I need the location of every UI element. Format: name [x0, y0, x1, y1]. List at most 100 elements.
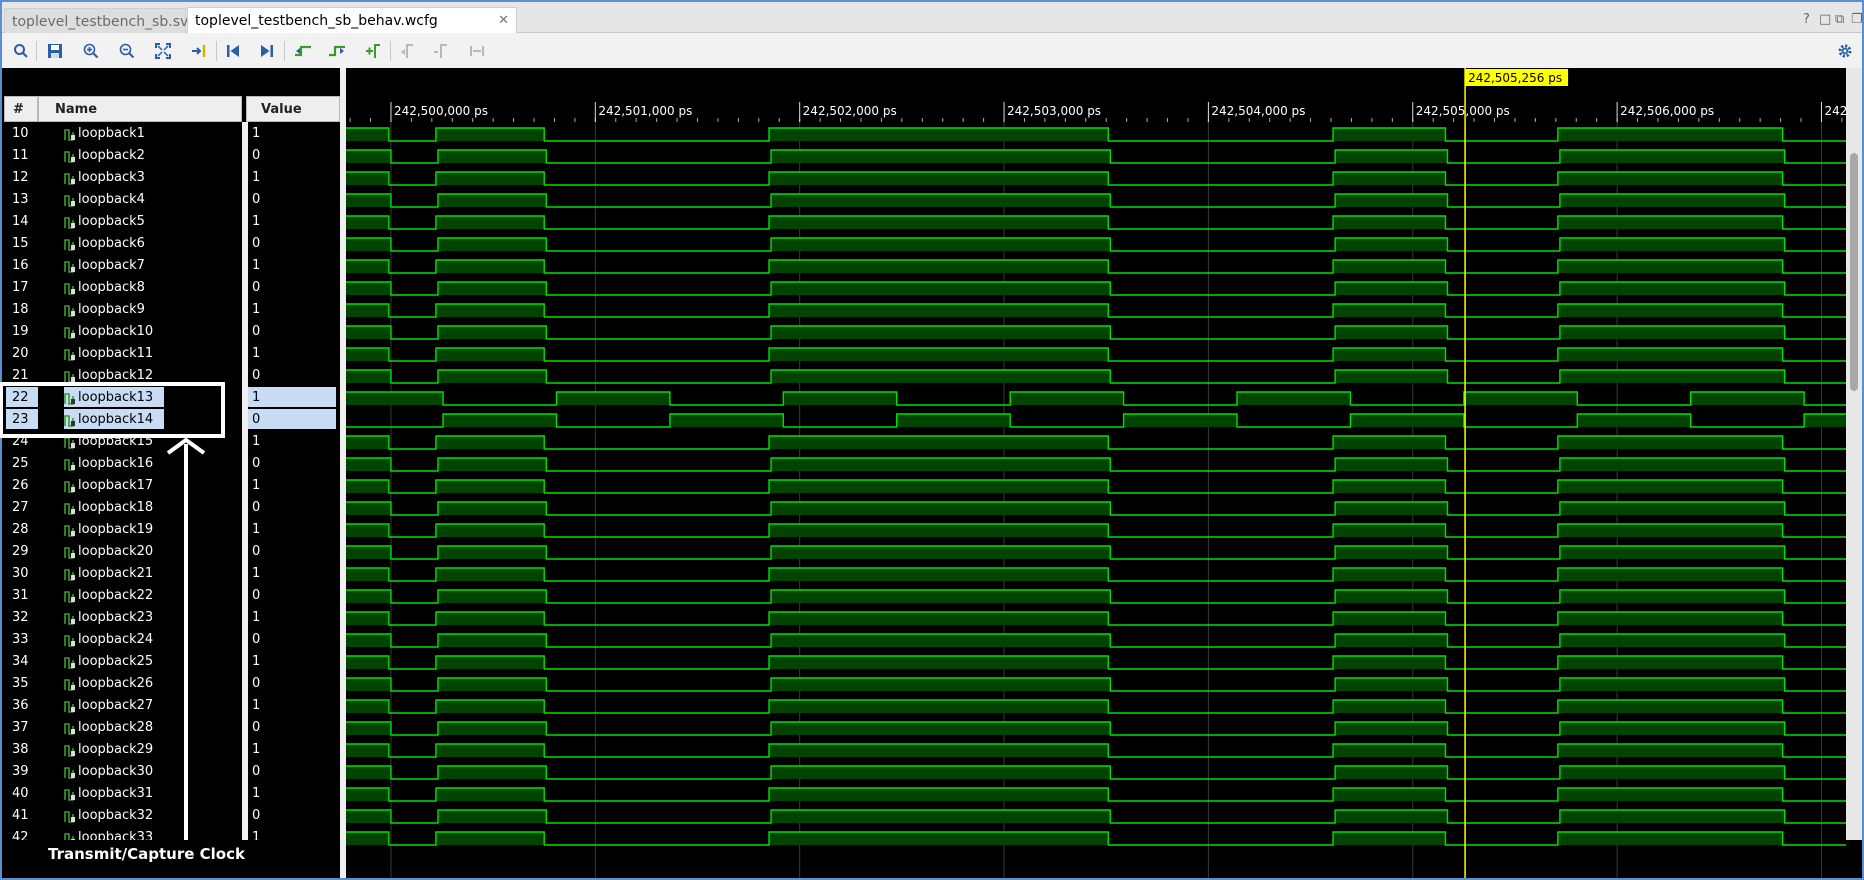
signal-row[interactable]: 21 loopback12 0 — [4, 365, 340, 387]
go-to-end-icon[interactable] — [258, 42, 276, 60]
signal-row[interactable]: 23 loopback14 0 — [4, 409, 340, 431]
add-marker-icon[interactable] — [364, 42, 382, 60]
waveform-high-fill — [1333, 436, 1446, 449]
logic-signal-icon — [64, 217, 75, 229]
waveform-high-fill — [1557, 700, 1783, 713]
signal-row[interactable]: 29 loopback20 0 — [4, 541, 340, 563]
signal-row[interactable]: 12 loopback3 1 — [4, 167, 340, 189]
settings-gear-icon[interactable] — [1836, 42, 1854, 60]
signal-row[interactable]: 10 loopback1 1 — [4, 123, 340, 145]
signal-row[interactable]: 22 loopback13 1 — [4, 387, 340, 409]
waveform-high-fill — [771, 766, 1111, 779]
minimize-icon[interactable]: □ — [1819, 12, 1831, 27]
signal-row[interactable]: 17 loopback8 0 — [4, 277, 340, 299]
signal-row[interactable]: 37 loopback28 0 — [4, 717, 340, 739]
restore-icon[interactable]: ⧉ — [1835, 12, 1844, 27]
signal-row[interactable]: 26 loopback17 1 — [4, 475, 340, 497]
waveform-canvas[interactable]: 242,500,000 ps 242,501,000 ps 242,502,000 … — [346, 68, 1846, 878]
signal-row[interactable]: 32 loopback23 1 — [4, 607, 340, 629]
signal-index: 36 — [12, 698, 29, 713]
previous-marker-icon[interactable] — [398, 42, 416, 60]
waveform-high-fill — [1335, 678, 1448, 691]
signal-row[interactable]: 25 loopback16 0 — [4, 453, 340, 475]
signal-row[interactable]: 35 loopback26 0 — [4, 673, 340, 695]
signal-value: 0 — [252, 236, 261, 251]
tab-label: toplevel_testbench_sb.sv — [12, 14, 189, 30]
signal-row[interactable]: 33 loopback24 0 — [4, 629, 340, 651]
waveform-high-fill — [346, 238, 391, 251]
save-icon[interactable] — [46, 42, 64, 60]
signal-row[interactable]: 36 loopback27 1 — [4, 695, 340, 717]
signal-row[interactable]: 31 loopback22 0 — [4, 585, 340, 607]
signal-row[interactable]: 28 loopback19 1 — [4, 519, 340, 541]
waveform-high-fill — [1557, 348, 1783, 361]
waveform-high-fill — [769, 524, 1109, 537]
column-header-value[interactable]: Value — [246, 96, 340, 122]
signal-row[interactable]: 16 loopback7 1 — [4, 255, 340, 277]
signal-row[interactable]: 34 loopback25 1 — [4, 651, 340, 673]
logic-signal-icon — [64, 459, 75, 471]
signal-row[interactable]: 19 loopback10 0 — [4, 321, 340, 343]
signal-row[interactable]: 40 loopback31 1 — [4, 783, 340, 805]
column-header-name[interactable]: Name — [38, 96, 242, 122]
signal-index: 31 — [12, 588, 29, 603]
scrollbar-thumb[interactable] — [1850, 153, 1858, 391]
zoom-fit-icon[interactable] — [154, 42, 172, 60]
vertical-scrollbar[interactable] — [1846, 68, 1862, 840]
waveform-high-fill — [783, 392, 897, 405]
swap-cursors-icon[interactable] — [468, 42, 486, 60]
signal-index: 16 — [12, 258, 29, 273]
editor-tab-bar: toplevel_testbench_sb.sv toplevel_testbe… — [2, 2, 1863, 34]
waveform-high-fill — [346, 502, 391, 515]
signal-row[interactable]: 30 loopback21 1 — [4, 563, 340, 585]
waveform-high-fill — [1333, 304, 1446, 317]
signal-row[interactable]: 20 loopback11 1 — [4, 343, 340, 365]
waveform-high-fill — [771, 722, 1111, 735]
tab-waveform-config[interactable]: toplevel_testbench_sb_behav.wcfg ✕ — [187, 7, 517, 34]
waveform-high-fill — [771, 370, 1111, 383]
signal-row[interactable]: 41 loopback32 0 — [4, 805, 340, 827]
next-marker-icon[interactable] — [432, 42, 450, 60]
zoom-out-icon[interactable] — [118, 42, 136, 60]
signal-row[interactable]: 38 loopback29 1 — [4, 739, 340, 761]
column-header-index[interactable]: # — [4, 96, 38, 122]
signal-name: loopback2 — [78, 148, 145, 163]
signal-index: 40 — [12, 786, 29, 801]
signal-row[interactable]: 24 loopback15 1 — [4, 431, 340, 453]
waveform-high-fill — [346, 458, 391, 471]
waveform-high-fill — [1333, 260, 1446, 273]
next-transition-icon[interactable] — [328, 42, 346, 60]
waveform-high-fill — [435, 568, 545, 581]
signal-index: 38 — [12, 742, 29, 757]
waveform-high-fill — [769, 612, 1109, 625]
signal-row[interactable]: 13 loopback4 0 — [4, 189, 340, 211]
signal-value: 1 — [252, 126, 261, 141]
signal-name: loopback15 — [78, 434, 154, 449]
signal-row[interactable]: 14 loopback5 1 — [4, 211, 340, 233]
signal-row[interactable]: 39 loopback30 0 — [4, 761, 340, 783]
column-divider[interactable] — [242, 122, 248, 840]
waveform-high-fill — [346, 260, 389, 273]
help-icon[interactable]: ? — [1803, 12, 1810, 27]
waveform-high-fill — [1010, 392, 1124, 405]
signal-value: 0 — [252, 808, 261, 823]
tab-testbench-source[interactable]: toplevel_testbench_sb.sv — [4, 8, 189, 34]
signal-index: 21 — [12, 368, 29, 383]
go-to-start-icon[interactable] — [224, 42, 242, 60]
go-to-cursor-icon[interactable] — [190, 42, 208, 60]
waveform-high-fill — [769, 436, 1109, 449]
signal-row[interactable]: 11 loopback2 0 — [4, 145, 340, 167]
zoom-in-icon[interactable] — [82, 42, 100, 60]
maximize-icon[interactable]: ❐ — [1851, 12, 1863, 27]
previous-transition-icon[interactable] — [294, 42, 312, 60]
waveform-high-fill — [1557, 744, 1783, 757]
signal-row[interactable]: 18 loopback9 1 — [4, 299, 340, 321]
signal-index: 12 — [12, 170, 29, 185]
signal-row[interactable]: 27 loopback18 0 — [4, 497, 340, 519]
signal-index: 29 — [12, 544, 29, 559]
signal-row[interactable]: 42 loopback33 1 — [4, 827, 340, 840]
search-icon[interactable] — [12, 42, 30, 60]
close-tab-icon[interactable]: ✕ — [498, 13, 509, 28]
waveform-high-fill — [346, 634, 391, 647]
signal-row[interactable]: 15 loopback6 0 — [4, 233, 340, 255]
